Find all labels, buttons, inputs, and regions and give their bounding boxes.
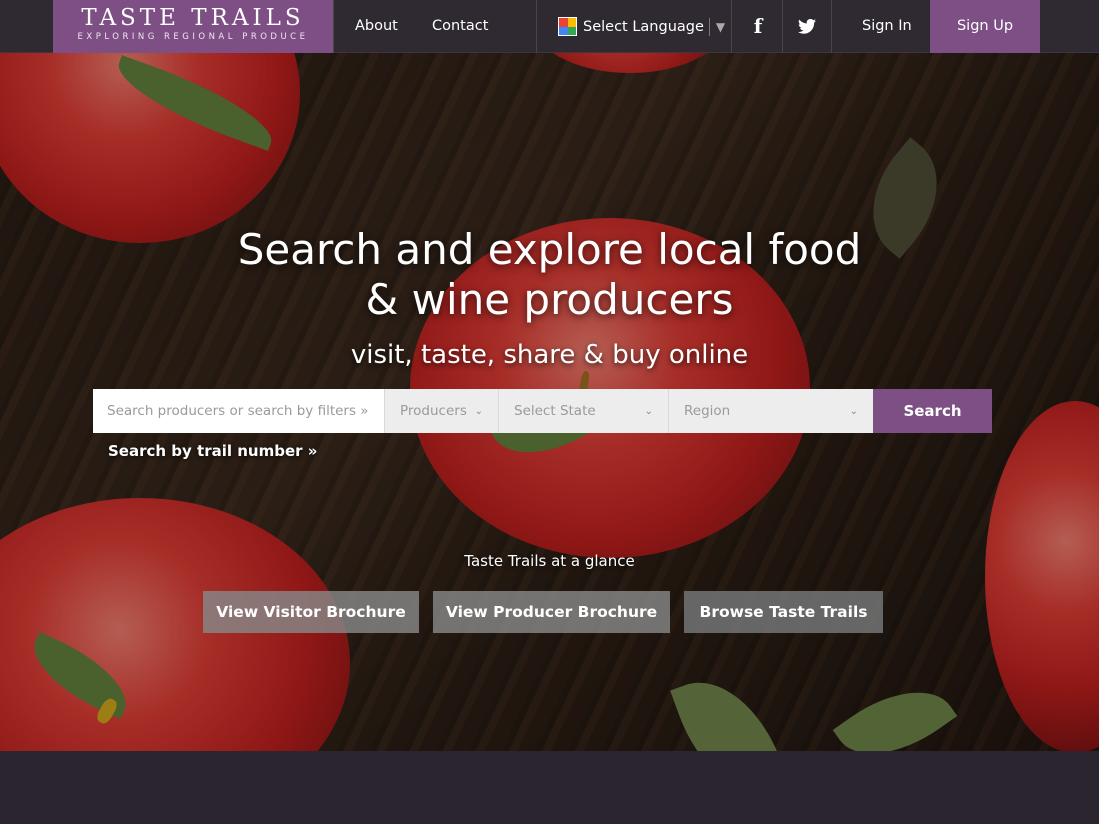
browse-trails-button[interactable]: Browse Taste Trails	[684, 591, 883, 633]
search-input[interactable]	[93, 389, 384, 433]
producers-select[interactable]: Producers ⌄	[384, 389, 498, 433]
visitor-brochure-button[interactable]: View Visitor Brochure	[203, 591, 419, 633]
nav-divider	[831, 0, 832, 53]
search-bar: Producers ⌄ Select State ⌄ Region ⌄ Sear…	[93, 389, 992, 433]
top-navbar: Taste Trails Exploring Regional Produce …	[0, 0, 1099, 53]
twitter-icon[interactable]	[794, 0, 820, 53]
language-divider	[708, 17, 710, 36]
glance-heading: Taste Trails at a glance	[464, 552, 635, 570]
language-label: Select Language	[583, 18, 704, 35]
hero-headline-line2: & wine producers	[365, 275, 734, 324]
hero-headline: Search and explore local food & wine pro…	[0, 225, 1099, 325]
trail-number-search-link[interactable]: Search by trail number »	[108, 442, 317, 460]
caret-down-icon: ▼	[715, 19, 726, 34]
hero-tagline: visit, taste, share & buy online	[350, 340, 749, 370]
logo-subtitle: Exploring Regional Produce	[77, 32, 309, 42]
language-selector[interactable]: Select Language ▼	[558, 0, 725, 53]
nav-about-link[interactable]: About	[355, 0, 398, 53]
state-select[interactable]: Select State ⌄	[498, 389, 668, 433]
region-select[interactable]: Region ⌄	[668, 389, 873, 433]
google-translate-icon	[558, 17, 577, 36]
nav-contact-link[interactable]: Contact	[432, 0, 488, 53]
region-select-label: Region	[684, 403, 731, 419]
chevron-down-icon: ⌄	[849, 405, 858, 417]
nav-divider	[333, 0, 334, 53]
search-button[interactable]: Search	[873, 389, 992, 433]
nav-divider	[731, 0, 732, 53]
nav-divider	[782, 0, 783, 53]
chevron-down-icon: ⌄	[644, 405, 653, 417]
signin-link[interactable]: Sign In	[862, 0, 912, 53]
logo-title: Taste Trails	[81, 5, 305, 31]
state-select-label: Select State	[514, 403, 596, 419]
producers-select-label: Producers	[400, 403, 467, 419]
facebook-icon[interactable]: f	[745, 0, 771, 53]
chevron-down-icon: ⌄	[474, 405, 483, 417]
footer-band	[0, 751, 1099, 824]
site-logo[interactable]: Taste Trails Exploring Regional Produce	[53, 0, 333, 53]
nav-divider	[536, 0, 537, 53]
signup-button[interactable]: Sign Up	[930, 0, 1040, 53]
hero-headline-line1: Search and explore local food	[237, 225, 862, 274]
producer-brochure-button[interactable]: View Producer Brochure	[433, 591, 670, 633]
